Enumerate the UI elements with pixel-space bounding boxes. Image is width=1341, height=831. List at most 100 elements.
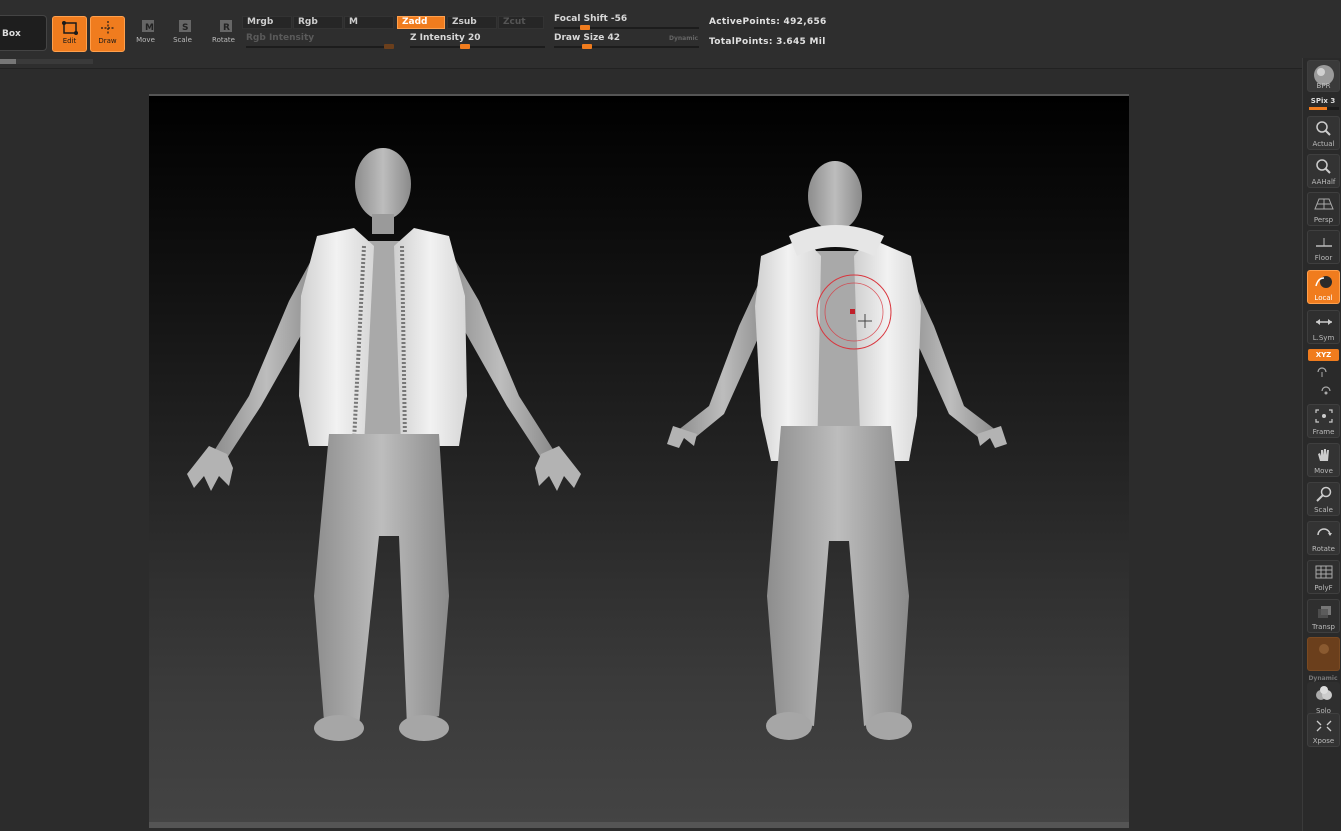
move-button[interactable]: M Move [128,16,163,52]
persp-label: Persp [1313,216,1334,224]
edit-label: Edit [62,37,77,45]
bpr-button[interactable]: BPR [1307,60,1340,92]
solo-button[interactable]: Solo [1307,682,1340,716]
rotate-label: Rotate [212,36,235,44]
local-pivot-icon [1314,276,1332,288]
move-view-button[interactable]: Move [1307,443,1340,477]
solo-spheres-icon [1315,686,1332,700]
dynamic-label: Dynamic [1308,675,1338,682]
active-points: ActivePoints: 492,656 [709,17,827,27]
xpose-arrows-icon [1316,720,1331,732]
local-button[interactable]: Local [1307,270,1340,304]
right-shoe-a [766,712,812,740]
scale-button[interactable]: S Scale [165,16,200,52]
scale-label: Scale [173,36,192,44]
bpr-label: BPR [1316,82,1331,90]
ghost-icon [1318,644,1329,654]
top-toolbar: Box Edit Draw M Move S Scale R Rotate Mr… [0,0,1341,69]
left-figure [187,148,581,741]
svg-text:S: S [182,23,188,33]
hand-icon [1317,449,1329,461]
z-intensity-label: Z Intensity 20 [410,33,481,43]
zcut-toggle[interactable]: Zcut [498,16,544,29]
transparency-icon [1317,606,1331,618]
brush-center-marker [850,309,855,314]
focal-shift-slider[interactable]: Focal Shift -56 [554,14,699,32]
rotate-view-icon [1316,528,1332,536]
scale-icon: S [178,20,191,33]
frame-label: Frame [1312,428,1335,436]
left-vest-side-b [394,228,467,446]
polyframe-grid-icon [1315,565,1332,579]
scene [187,148,1007,741]
floor-label: Floor [1314,254,1333,262]
rotate-icon: R [219,20,232,33]
rotate-view-label: Rotate [1312,545,1335,553]
mrgb-toggle[interactable]: Mrgb [242,16,292,29]
rgb-intensity-knob[interactable] [384,44,394,49]
scale-view-label: Scale [1314,506,1333,514]
lsym-button[interactable]: L.Sym [1307,310,1340,344]
persp-button[interactable]: Persp [1307,192,1340,226]
right-arm-a [677,261,769,441]
m-toggle[interactable]: M [344,16,394,29]
left-pants [314,434,449,726]
viewport-floor-strip [149,822,1129,828]
frame-icon [1314,409,1333,423]
move-view-label: Move [1314,467,1333,475]
aahalf-button[interactable]: AAHalf [1307,154,1340,188]
zadd-toggle[interactable]: Zadd [397,16,445,29]
canvas-viewport[interactable] [149,94,1129,828]
local-symmetry-icon [1315,319,1332,325]
spix-label[interactable]: SPix 3 [1305,97,1341,105]
rgb-toggle[interactable]: Rgb [293,16,343,29]
rgb-intensity-slider[interactable]: Rgb Intensity [246,33,396,51]
z-intensity-knob[interactable] [460,44,470,49]
zsub-toggle[interactable]: Zsub [447,16,497,29]
actual-button[interactable]: Actual [1307,116,1340,150]
rgb-intensity-label: Rgb Intensity [246,33,315,43]
perspective-grid-icon [1313,198,1334,210]
dynamic-toggle[interactable]: Dynamic [669,35,698,42]
transp-label: Transp [1312,623,1335,631]
frame-button[interactable]: Frame [1307,404,1340,438]
aahalf-label: AAHalf [1311,178,1336,186]
transp-button[interactable]: Transp [1307,599,1340,633]
edit-button[interactable]: Edit [52,16,87,52]
left-shoe-b [399,715,449,741]
right-figure [667,161,1007,740]
xpose-button[interactable]: Xpose [1307,713,1340,747]
left-head [355,148,411,220]
xyz-toggle[interactable]: XYZ [1308,349,1339,361]
right-pants [767,426,909,726]
lsym-label: L.Sym [1312,334,1335,342]
xpose-label: Xpose [1312,737,1335,745]
draw-crosshair-icon [100,21,115,35]
focal-shift-label: Focal Shift -56 [554,14,628,24]
rotate-view-button[interactable]: Rotate [1307,521,1340,555]
floor-button[interactable]: Floor [1307,230,1340,264]
move-icon: M [141,20,154,33]
z-intensity-slider[interactable]: Z Intensity 20 [410,33,545,51]
zoom-actual-icon [1315,121,1331,136]
rotate-y-icon[interactable] [1315,366,1329,378]
polyf-button[interactable]: PolyF [1307,560,1340,594]
draw-label: Draw [98,37,117,45]
zoom-half-icon [1315,159,1331,174]
edit-icon [61,21,78,35]
draw-size-knob[interactable] [582,44,592,49]
actual-label: Actual [1312,140,1335,148]
progress-bar [0,59,93,64]
right-shelf: BPR SPix 3 Actual AAHalf Persp Floor Loc… [1302,58,1341,831]
rotate-button[interactable]: R Rotate [206,16,241,52]
rotate-z-icon[interactable] [1319,385,1333,397]
focal-shift-knob[interactable] [580,25,590,30]
svg-text:R: R [223,23,230,33]
ghost-button[interactable] [1307,637,1340,671]
scale-view-button[interactable]: Scale [1307,482,1340,516]
zbox-button[interactable]: Box [0,15,47,51]
draw-button[interactable]: Draw [90,16,125,52]
total-points: TotalPoints: 3.645 Mil [709,37,826,47]
local-label: Local [1314,294,1333,302]
left-vest-side-a [299,228,374,446]
